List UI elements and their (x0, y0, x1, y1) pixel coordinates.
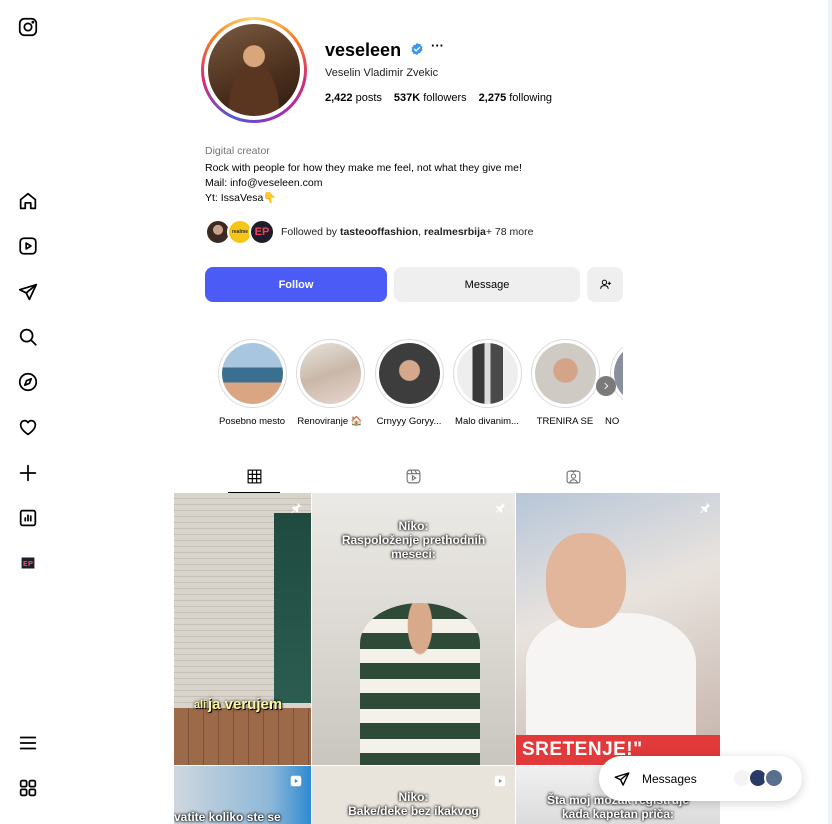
post-caption: Raspoloženje prethodnih (341, 533, 486, 547)
messages-label: Messages (642, 771, 697, 786)
conversation-avatar (764, 768, 784, 788)
followed-by[interactable]: realme EP Followed by tasteooffashion, r… (205, 218, 625, 246)
followed-by-avatars: realme EP (205, 218, 281, 246)
profile-category: Digital creator (205, 145, 270, 157)
post-caption: ja verujem (208, 696, 283, 713)
highlight-label: Crnyyy Goryy... (376, 416, 442, 427)
followed-by-prefix: Followed by (281, 226, 338, 238)
grid-icon (247, 469, 261, 483)
highlight-label: TRENIRA SE (536, 416, 594, 427)
explore-icon[interactable] (16, 370, 40, 394)
post-caption: Bake/deke bez ikakvog (348, 804, 479, 818)
story-highlights: Posebno mesto Renoviranje 🏠 Crnyyy Goryy… (205, 339, 623, 434)
highlight-label: Malo divanim... (455, 416, 519, 427)
pinned-icon (700, 502, 711, 514)
post-tile[interactable]: ali ja verujem (174, 493, 311, 765)
home-icon[interactable] (16, 189, 40, 213)
highlight-label: Posebno mesto (218, 416, 285, 427)
add-person-icon (599, 279, 611, 289)
post-caption: Niko: (398, 519, 429, 533)
post-tile[interactable]: Niko: Bake/deke bez ikakvog (312, 766, 515, 824)
messages-avatars (732, 768, 788, 790)
highlight-item[interactable]: Crnyyy Goryy... (370, 339, 448, 427)
profile-tabs (174, 460, 720, 493)
tab-reels[interactable] (387, 460, 439, 493)
post-caption: vatite koliko ste se (174, 810, 281, 824)
profile-stats: 2,422 posts 537K followers 2,275 followi… (325, 92, 552, 104)
bio-email: Mail: info@veseleen.com (205, 177, 323, 189)
verified-badge-icon (411, 42, 423, 56)
message-button[interactable]: Message (394, 267, 580, 302)
post-tile[interactable]: Niko: Raspoloženje prethodnih meseci: (312, 493, 515, 765)
profile-bio: Digital creator Rock with people for how… (205, 144, 625, 206)
highlight-label: NO (605, 416, 620, 427)
profile-photo (208, 24, 300, 116)
tagged-icon (566, 469, 580, 484)
followed-by-more: + 78 more (485, 226, 534, 238)
followed-by-user[interactable]: tasteooffashion (340, 226, 418, 238)
post-caption: meseci: (391, 547, 436, 561)
chevron-right-icon (604, 382, 609, 390)
pinned-icon (291, 502, 302, 514)
post-caption: ali (194, 699, 207, 711)
scrollbar-track[interactable] (828, 0, 832, 824)
direct-send-icon (614, 771, 630, 786)
notifications-heart-icon[interactable] (16, 415, 40, 439)
reels-icon (406, 469, 420, 484)
reel-icon (494, 775, 506, 787)
followers-count[interactable]: 537K followers (394, 92, 467, 104)
highlight-item[interactable]: TRENIRA SE (526, 339, 604, 427)
left-sidebar: EP (0, 0, 56, 824)
create-plus-icon[interactable] (16, 461, 40, 485)
highlights-next-button[interactable] (596, 376, 616, 396)
suggested-accounts-button[interactable] (587, 267, 623, 302)
direct-send-icon[interactable] (16, 280, 40, 304)
pinned-icon (495, 502, 506, 514)
instagram-logo-icon[interactable] (16, 15, 40, 39)
followed-by-separator: , (418, 226, 422, 238)
profile-full-name: Veselin Vladimir Zvekic (325, 67, 439, 79)
posts-count: 2,422 posts (325, 92, 382, 104)
profile-avatar-icon[interactable]: EP (16, 551, 40, 575)
post-tile[interactable] (516, 493, 720, 735)
followed-by-user[interactable]: realmesrbija (424, 226, 486, 238)
highlight-item[interactable]: Malo divanim... (448, 339, 526, 427)
bio-youtube: Yt: IssaVesa👇 (205, 192, 277, 204)
following-count[interactable]: 2,275 following (479, 92, 552, 104)
post-caption: kada kapetan priča: (561, 807, 675, 821)
follow-button[interactable]: Follow (205, 267, 387, 302)
reel-icon (290, 775, 302, 787)
tab-posts[interactable] (228, 460, 280, 493)
bio-line: Rock with people for how they make me fe… (205, 162, 522, 174)
post-tile[interactable]: vatite koliko ste se (174, 766, 311, 824)
highlight-item[interactable]: Posebno mesto (213, 339, 291, 427)
search-icon[interactable] (16, 325, 40, 349)
more-menu-icon[interactable] (16, 731, 40, 755)
highlight-label: Renoviranje 🏠 (297, 416, 363, 427)
highlight-item[interactable]: Renoviranje 🏠 (291, 339, 369, 427)
tab-tagged[interactable] (547, 460, 599, 493)
more-options-button[interactable]: ··· (431, 38, 444, 53)
also-from-meta-icon[interactable] (16, 776, 40, 800)
instagram-profile-page: EP veseleen ··· Veselin Vladimir Zvekic … (0, 0, 832, 824)
dashboard-icon[interactable] (16, 506, 40, 530)
profile-username: veseleen (325, 40, 402, 60)
messages-button[interactable]: Messages (599, 756, 802, 801)
follower-avatar: EP (249, 219, 275, 245)
profile-avatar[interactable] (201, 17, 307, 123)
svg-text:EP: EP (23, 559, 34, 568)
post-caption: Niko: (398, 790, 429, 804)
reels-icon[interactable] (16, 234, 40, 258)
